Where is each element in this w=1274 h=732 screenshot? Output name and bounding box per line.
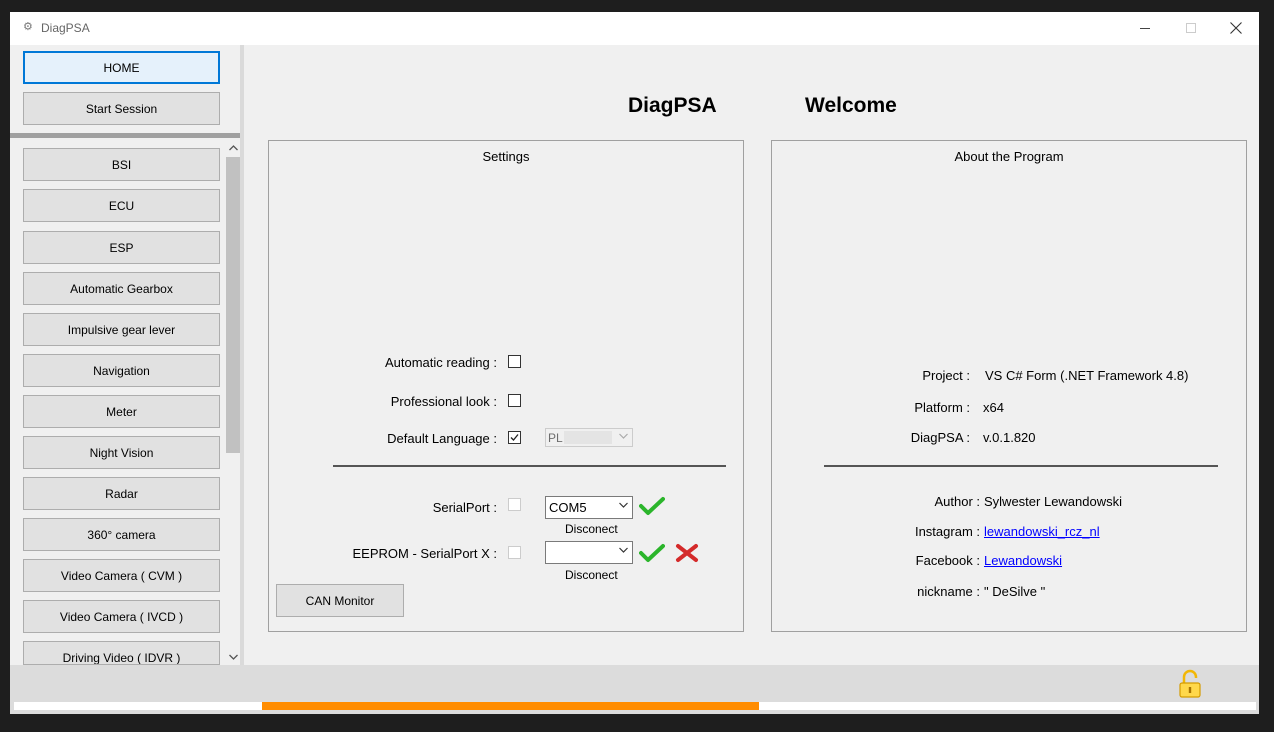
serialport-label: SerialPort : [432,500,497,515]
serialport-checkbox[interactable] [508,498,521,511]
settings-group: Settings Automatic reading : Professiona… [268,140,744,632]
chevron-down-icon [619,433,628,439]
facebook-label: Facebook : [915,553,980,568]
close-icon [1230,22,1242,34]
module-360-camera-button[interactable]: 360° camera [23,518,220,551]
platform-label: Platform : [914,400,970,415]
module-idvr-video-button[interactable]: Driving Video ( IDVR ) [23,641,220,665]
automatic-reading-checkbox[interactable] [508,355,521,368]
about-divider [824,465,1218,467]
module-cvm-camera-button[interactable]: Video Camera ( CVM ) [23,559,220,592]
scroll-thumb[interactable] [226,157,240,453]
project-label: Project : [922,368,970,383]
default-language-checkbox[interactable] [508,431,521,444]
progress-bar [14,702,1256,710]
module-automatic-gearbox-button[interactable]: Automatic Gearbox [23,272,220,305]
can-monitor-button[interactable]: CAN Monitor [276,584,404,617]
app-heading: DiagPSA [628,94,717,117]
title-bar: ⚙ DiagPSA [10,12,1259,45]
nickname-label: nickname : [917,584,980,599]
start-session-button[interactable]: Start Session [23,92,220,125]
eeprom-status: Disconect [565,568,618,582]
settings-title: Settings [482,149,530,164]
module-ivcd-camera-button[interactable]: Video Camera ( IVCD ) [23,600,220,633]
chevron-down-icon [619,547,628,553]
settings-divider [333,465,726,467]
platform-value: x64 [983,400,1004,415]
minimize-icon [1140,28,1150,29]
serialport-connect-check-icon[interactable] [639,496,665,519]
sidebar-scrollbar[interactable] [225,140,241,665]
app-icon: ⚙ [23,21,33,33]
automatic-reading-label: Automatic reading : [384,355,497,370]
maximize-icon [1186,23,1196,33]
project-value: VS C# Form (.NET Framework 4.8) [985,368,1189,383]
checkmark-icon [510,434,519,441]
module-ecu-button[interactable]: ECU [23,189,220,222]
eeprom-disconnect-x-icon[interactable] [675,543,699,566]
chevron-down-icon [619,502,628,508]
welcome-heading: Welcome [805,94,897,117]
serialport-value: COM5 [549,500,587,515]
sidebar-divider [10,133,242,138]
module-navigation-button[interactable]: Navigation [23,354,220,387]
eeprom-connect-check-icon[interactable] [639,543,665,566]
version-value: v.0.1.820 [983,430,1036,445]
professional-look-label: Professional look : [390,394,497,409]
minimize-button[interactable] [1122,12,1168,44]
default-language-label: Default Language : [387,431,497,446]
home-button[interactable]: HOME [23,51,220,84]
sidebar-border [240,45,244,665]
instagram-label: Instagram : [914,524,980,539]
serialport-select[interactable]: COM5 [545,496,633,519]
app-window: ⚙ DiagPSA HOME Start Session BSI ECU ESP… [10,12,1259,714]
author-value: Sylwester Lewandowski [984,494,1123,509]
module-bsi-button[interactable]: BSI [23,148,220,181]
instagram-link[interactable]: lewandowski_rcz_nl [984,524,1100,539]
module-gear-lever-button[interactable]: Impulsive gear lever [23,313,220,346]
facebook-link[interactable]: Lewandowski [984,553,1062,568]
about-group: About the Program Project : VS C# Form (… [771,140,1247,632]
serialport-status: Disconect [565,522,618,536]
module-night-vision-button[interactable]: Night Vision [23,436,220,469]
eeprom-checkbox[interactable] [508,546,521,559]
window-title: DiagPSA [41,21,90,35]
module-esp-button[interactable]: ESP [23,231,220,264]
author-label: Author : [934,494,980,509]
scroll-up-icon[interactable] [225,140,241,156]
scroll-down-icon[interactable] [225,649,241,665]
maximize-button[interactable] [1168,12,1214,44]
professional-look-checkbox[interactable] [508,394,521,407]
language-value: PL [548,431,563,445]
module-radar-button[interactable]: Radar [23,477,220,510]
module-meter-button[interactable]: Meter [23,395,220,428]
padlock-open-icon[interactable] [1177,669,1203,702]
progress-fill [262,702,760,710]
eeprom-serialport-select[interactable] [545,541,633,564]
nickname-value: " DeSilve " [984,584,1046,599]
version-label: DiagPSA : [910,430,970,445]
close-button[interactable] [1213,12,1259,44]
language-select[interactable]: PL [545,428,633,447]
about-title: About the Program [954,149,1064,164]
eeprom-serialport-label: EEPROM - SerialPort X : [352,546,497,561]
